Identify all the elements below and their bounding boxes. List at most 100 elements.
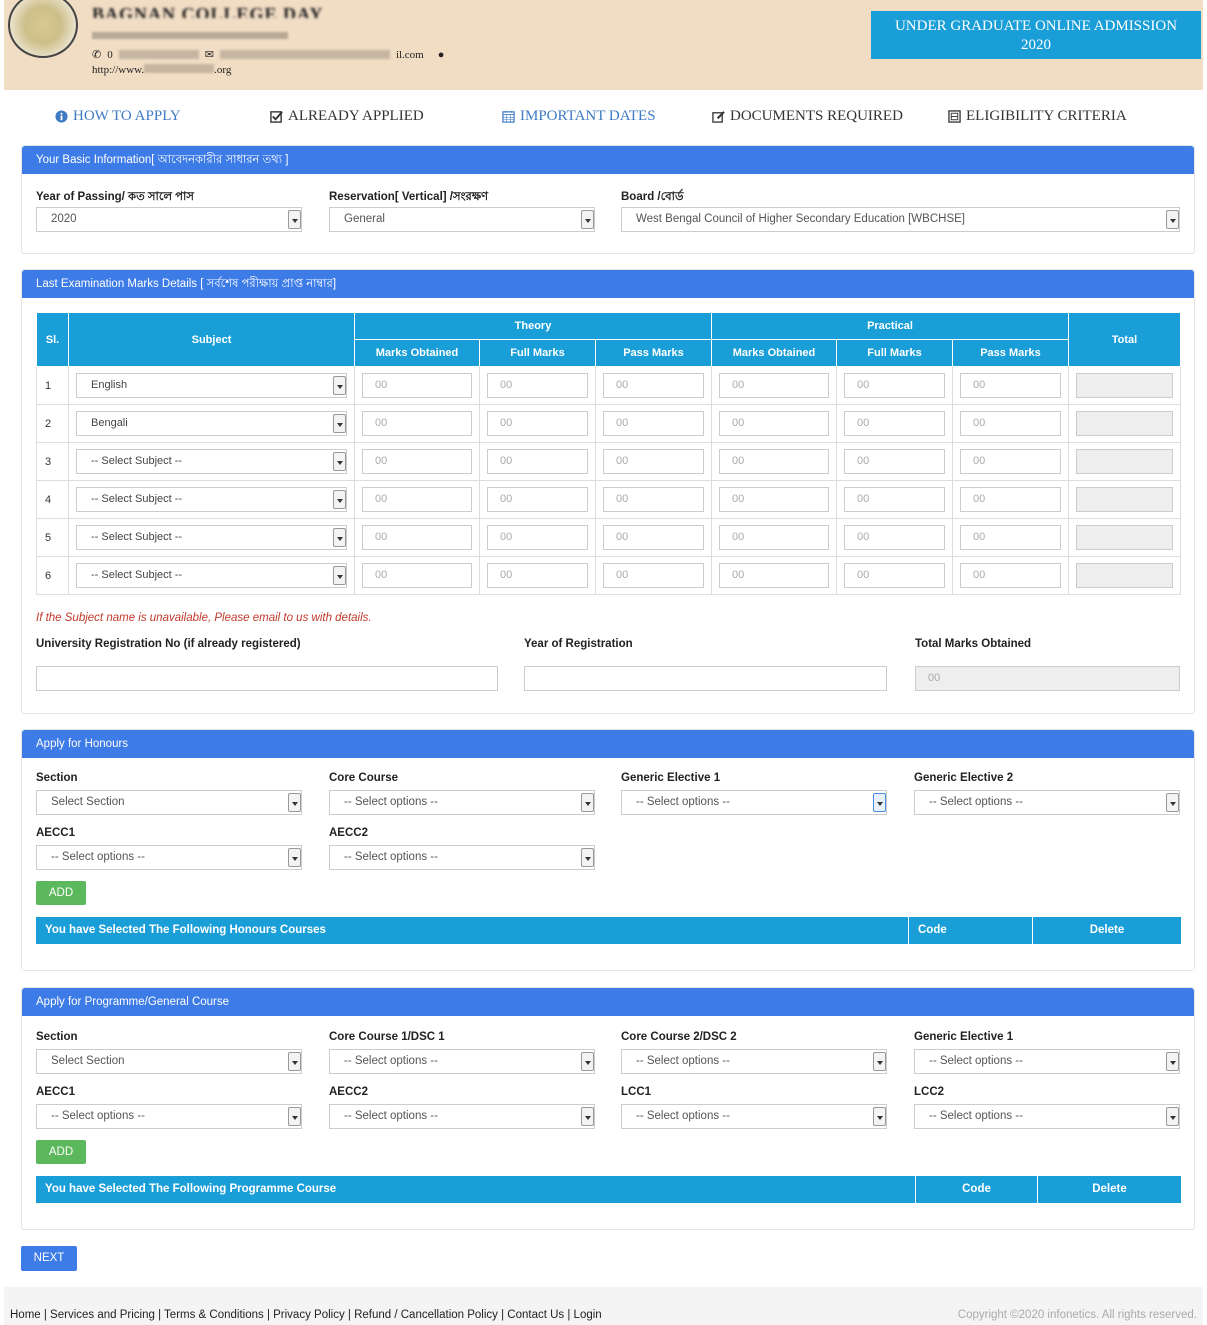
subject-select[interactable]: English	[76, 373, 347, 398]
email-suffix: il.com	[395, 48, 424, 61]
practical-pass-marks-input[interactable]: 00	[960, 563, 1061, 588]
theory-pass-marks-input[interactable]: 00	[603, 487, 704, 512]
honours-aecc2-select[interactable]: -- Select options --	[329, 845, 595, 870]
theory-pass-marks-input[interactable]: 00	[603, 373, 704, 398]
programme-generic-elective-1-select[interactable]: -- Select options --	[914, 1049, 1180, 1074]
practical-pass-marks-input[interactable]: 00	[960, 449, 1061, 474]
info-icon	[55, 110, 68, 123]
programme-aecc1-select[interactable]: -- Select options --	[36, 1104, 302, 1129]
nav-eligibility-criteria[interactable]: ELIGIBILITY CRITERIA	[948, 108, 1127, 125]
admission-year: 2020	[1021, 37, 1051, 53]
honours-aecc1-select[interactable]: -- Select options --	[36, 845, 302, 870]
practical-pass-marks-cell: 00	[952, 556, 1069, 595]
practical-marks-obtained-input[interactable]: 00	[719, 449, 829, 474]
aecc1-label: AECC1	[36, 827, 75, 839]
website-url[interactable]: http://www. .org	[92, 64, 231, 76]
theory-full-marks-input[interactable]: 00	[487, 487, 588, 512]
select-value: West Bengal Council of Higher Secondary …	[636, 213, 965, 225]
honours-generic-elective-1-select[interactable]: -- Select options --	[621, 790, 887, 815]
footer-links[interactable]: Home | Services and Pricing | Terms & Co…	[10, 1309, 602, 1321]
practical-pass-marks-input[interactable]: 00	[960, 373, 1061, 398]
theory-full-marks-input[interactable]: 00	[487, 411, 588, 436]
practical-pass-marks-cell: 00	[952, 366, 1069, 405]
theory-pass-marks-input[interactable]: 00	[603, 525, 704, 550]
subject-select[interactable]: -- Select Subject --	[76, 487, 347, 512]
theory-marks-obtained-input[interactable]: 00	[362, 373, 472, 398]
nav-how-to-apply[interactable]: HOW TO APPLY	[55, 108, 181, 125]
nav-documents-required[interactable]: DOCUMENTS REQUIRED	[712, 108, 903, 125]
practical-pass-marks-cell: 00	[952, 518, 1069, 557]
chevron-down-icon	[333, 376, 346, 395]
board-label: Board /বোর্ড	[621, 191, 684, 203]
practical-full-marks-input[interactable]: 00	[844, 525, 945, 550]
practical-pass-marks-input[interactable]: 00	[960, 411, 1061, 436]
practical-full-marks-input[interactable]: 00	[844, 449, 945, 474]
col-delete: Delete	[1092, 1183, 1127, 1195]
honours-core-course-select[interactable]: -- Select options --	[329, 790, 595, 815]
programme-add-button[interactable]: ADD	[36, 1140, 86, 1164]
reservation-select[interactable]: General	[329, 207, 595, 232]
practical-marks-obtained-input[interactable]: 00	[719, 563, 829, 588]
next-button[interactable]: NEXT	[21, 1246, 77, 1271]
practical-marks-obtained-input[interactable]: 00	[719, 373, 829, 398]
theory-marks-obtained-input[interactable]: 00	[362, 563, 472, 588]
univ-reg-input[interactable]	[36, 666, 498, 691]
subject-select[interactable]: -- Select Subject --	[76, 449, 347, 474]
chevron-down-icon	[581, 793, 594, 812]
programme-lcc1-select[interactable]: -- Select options --	[621, 1104, 887, 1129]
theory-marks-obtained-input[interactable]: 00	[362, 525, 472, 550]
subject-select[interactable]: Bengali	[76, 411, 347, 436]
theory-full-marks-input[interactable]: 00	[487, 525, 588, 550]
theory-full-marks-input[interactable]: 00	[487, 449, 588, 474]
theory-full-marks-input[interactable]: 00	[487, 373, 588, 398]
programme-section-select[interactable]: Select Section	[36, 1049, 302, 1074]
programme-lcc2-select[interactable]: -- Select options --	[914, 1104, 1180, 1129]
subject-select[interactable]: -- Select Subject --	[76, 563, 347, 588]
theory-pass-marks-input[interactable]: 00	[603, 563, 704, 588]
honours-section-select[interactable]: Select Section	[36, 790, 302, 815]
list-alt-icon	[948, 110, 961, 123]
practical-full-marks-input[interactable]: 00	[844, 411, 945, 436]
practical-marks-obtained-input[interactable]: 00	[719, 487, 829, 512]
subject-cell: -- Select Subject --	[68, 442, 355, 481]
select-value: -- Select options --	[929, 796, 1023, 808]
practical-full-marks-input[interactable]: 00	[844, 373, 945, 398]
table-row: 6 -- Select Subject -- 00 00 00 00 00 00	[36, 556, 1181, 595]
programme-aecc2-select[interactable]: -- Select options --	[329, 1104, 595, 1129]
edit-icon	[712, 111, 725, 123]
url-suffix: .org	[214, 64, 232, 76]
programme-core-course-2-select[interactable]: -- Select options --	[621, 1049, 887, 1074]
select-value: -- Select options --	[636, 796, 730, 808]
chevron-down-icon	[288, 1107, 301, 1126]
envelope-icon: ✉	[204, 49, 214, 61]
nav-important-dates[interactable]: IMPORTANT DATES	[502, 108, 656, 125]
theory-marks-obtained-input[interactable]: 00	[362, 449, 472, 474]
board-select[interactable]: West Bengal Council of Higher Secondary …	[621, 207, 1180, 232]
marks-panel: Last Examination Marks Details [ সর্বশেষ…	[21, 269, 1195, 714]
subject-select[interactable]: -- Select Subject --	[76, 525, 347, 550]
theory-pass-marks-input[interactable]: 00	[603, 449, 704, 474]
practical-marks-obtained-input[interactable]: 00	[719, 411, 829, 436]
practical-pass-marks-input[interactable]: 00	[960, 487, 1061, 512]
year-of-reg-input[interactable]	[524, 666, 887, 691]
year-of-passing-select[interactable]: 2020	[36, 207, 302, 232]
nav-already-applied[interactable]: ALREADY APPLIED	[270, 108, 424, 125]
chevron-down-icon	[581, 848, 594, 867]
panel-title: Apply for Honours	[22, 730, 1194, 758]
practical-full-marks-input[interactable]: 00	[844, 563, 945, 588]
theory-marks-obtained-input[interactable]: 00	[362, 411, 472, 436]
practical-full-marks-input[interactable]: 00	[844, 487, 945, 512]
select-value: English	[91, 379, 128, 391]
honours-generic-elective-2-select[interactable]: -- Select options --	[914, 790, 1180, 815]
practical-pass-marks-input[interactable]: 00	[960, 525, 1061, 550]
practical-pass-marks-cell: 00	[952, 480, 1069, 519]
admission-banner: UNDER GRADUATE ONLINE ADMISSION 2020	[871, 11, 1201, 59]
total-cell	[1068, 518, 1181, 557]
theory-pass-marks-input[interactable]: 00	[603, 411, 704, 436]
programme-core-course-1-select[interactable]: -- Select options --	[329, 1049, 595, 1074]
chevron-down-icon	[1166, 1052, 1179, 1071]
theory-full-marks-input[interactable]: 00	[487, 563, 588, 588]
theory-marks-obtained-input[interactable]: 00	[362, 487, 472, 512]
practical-marks-obtained-input[interactable]: 00	[719, 525, 829, 550]
honours-add-button[interactable]: ADD	[36, 881, 86, 905]
